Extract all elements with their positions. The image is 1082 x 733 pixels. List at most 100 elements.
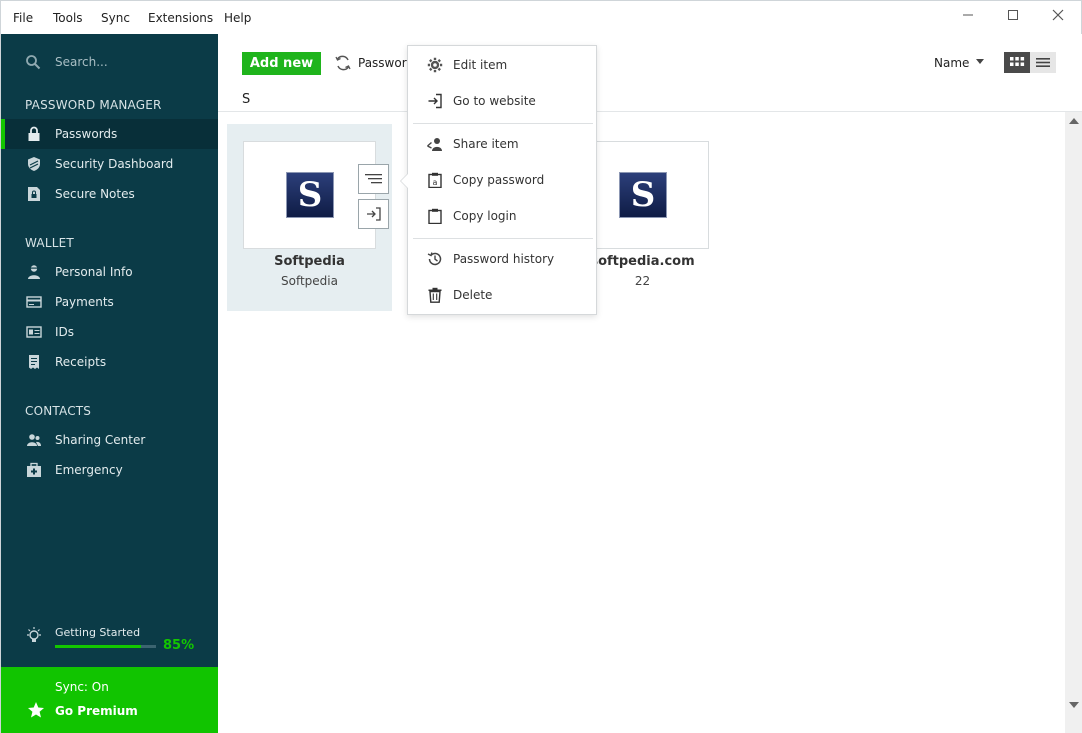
menu-item-edit-item[interactable]: Edit item — [408, 50, 596, 80]
clipboard-a-icon: a — [428, 172, 442, 188]
site-logo: S — [619, 172, 667, 218]
share-icon — [427, 138, 442, 151]
go-premium-button[interactable]: Go Premium — [55, 704, 138, 718]
menu-item-label: Delete — [453, 288, 493, 302]
refresh-icon — [335, 55, 351, 71]
menu-sync[interactable]: Sync — [101, 11, 130, 25]
menu-item-label: Copy password — [453, 173, 545, 187]
menu-item-label: Share item — [453, 137, 519, 151]
go-to-website-button[interactable] — [358, 199, 389, 229]
list-icon — [1036, 58, 1050, 67]
sidebar-item-label: Receipts — [55, 355, 107, 369]
progress-track — [55, 645, 156, 648]
menu-extensions[interactable]: Extensions — [148, 11, 213, 25]
main-content: Add new Password Name S S Softpedia Soft… — [218, 34, 1082, 733]
sidebar-item-label: Personal Info — [55, 265, 133, 279]
minimize-icon — [963, 14, 973, 16]
sidebar-item-security-dashboard[interactable]: Security Dashboard — [1, 149, 218, 179]
sidebar-item-label: IDs — [55, 325, 75, 339]
sidebar-item-label: Passwords — [55, 127, 118, 141]
progress-fill — [55, 645, 141, 648]
sidebar-item-emergency[interactable]: Emergency — [1, 455, 218, 485]
section-contacts: CONTACTS — [25, 404, 92, 418]
lightbulb-icon — [27, 627, 41, 642]
star-icon — [28, 702, 44, 718]
app-window: File Tools Sync Extensions Help Search..… — [0, 0, 1082, 733]
menu-separator — [413, 123, 593, 124]
section-password-manager: PASSWORD MANAGER — [25, 98, 162, 112]
sidebar-item-ids[interactable]: IDs — [1, 317, 218, 347]
vertical-scrollbar[interactable] — [1065, 112, 1082, 733]
sidebar-item-sharing-center[interactable]: Sharing Center — [1, 425, 218, 455]
sidebar-item-label: Payments — [55, 295, 114, 309]
sync-status[interactable]: Sync: On — [55, 680, 109, 694]
receipt-icon — [29, 355, 39, 369]
item-context-menu: Edit item Go to website Share item a Cop… — [400, 45, 597, 315]
menu-item-label: Copy login — [453, 209, 517, 223]
menu-bar: File Tools Sync Extensions Help — [1, 1, 1081, 34]
progress-percent: 85% — [163, 638, 195, 653]
search-icon — [26, 55, 41, 70]
close-icon — [1052, 9, 1064, 21]
section-wallet: WALLET — [25, 236, 74, 250]
sidebar-item-personal-info[interactable]: Personal Info — [1, 257, 218, 287]
trash-icon — [428, 287, 442, 303]
premium-panel[interactable]: Sync: On Go Premium — [1, 667, 218, 733]
menu-tools[interactable]: Tools — [53, 11, 83, 25]
list-view-button[interactable] — [1030, 52, 1056, 73]
grid-view-button[interactable] — [1004, 52, 1030, 73]
person-icon — [28, 265, 40, 279]
first-aid-icon — [27, 462, 41, 477]
people-icon — [27, 434, 41, 446]
sidebar-item-label: Emergency — [55, 463, 123, 477]
sidebar-item-payments[interactable]: Payments — [1, 287, 218, 317]
sidebar-item-passwords[interactable]: Passwords — [1, 119, 218, 149]
menu-separator — [413, 238, 593, 239]
menu-item-copy-password[interactable]: a Copy password — [408, 165, 596, 195]
search-input[interactable]: Search... — [55, 55, 108, 69]
menu-pointer — [400, 173, 408, 189]
search-box[interactable]: Search... — [1, 34, 218, 90]
item-menu-button[interactable] — [358, 164, 389, 194]
sidebar-item-receipts[interactable]: Receipts — [1, 347, 218, 377]
maximize-icon — [1008, 10, 1018, 20]
go-to-icon — [428, 93, 442, 109]
maximize-button[interactable] — [998, 7, 1028, 27]
getting-started-progress[interactable]: Getting Started 85% — [1, 620, 218, 666]
divider — [218, 111, 1082, 112]
sidebar: Search... PASSWORD MANAGER Passwords Sec… — [1, 34, 218, 733]
tile-login: Softpedia — [281, 274, 338, 288]
clipboard-icon — [428, 208, 442, 224]
scroll-down-icon[interactable] — [1069, 702, 1079, 708]
sidebar-item-secure-notes[interactable]: Secure Notes — [1, 179, 218, 209]
password-tile[interactable]: S Softpedia Softpedia — [227, 124, 392, 311]
menu-item-password-history[interactable]: Password history — [408, 244, 596, 274]
menu-item-share-item[interactable]: Share item — [408, 129, 596, 159]
shield-icon — [28, 157, 40, 171]
sidebar-item-label: Security Dashboard — [55, 157, 174, 171]
history-icon — [427, 252, 442, 266]
site-logo: S — [286, 172, 334, 218]
menu-item-copy-login[interactable]: Copy login — [408, 201, 596, 231]
note-lock-icon — [28, 187, 40, 201]
svg-text:a: a — [433, 178, 438, 187]
card-icon — [26, 296, 42, 308]
scroll-up-icon[interactable] — [1069, 118, 1079, 124]
minimize-button[interactable] — [953, 7, 983, 27]
menu-lines-icon — [365, 174, 382, 184]
menu-item-go-to-website[interactable]: Go to website — [408, 86, 596, 116]
menu-help[interactable]: Help — [224, 11, 251, 25]
menu-item-label: Go to website — [453, 94, 536, 108]
sidebar-item-label: Sharing Center — [55, 433, 146, 447]
menu-item-label: Edit item — [453, 58, 508, 72]
close-button[interactable] — [1043, 7, 1073, 27]
go-to-icon — [367, 207, 381, 221]
sort-dropdown[interactable]: Name — [934, 56, 969, 70]
id-card-icon — [26, 326, 42, 338]
menu-item-delete[interactable]: Delete — [408, 280, 596, 310]
add-new-button[interactable]: Add new — [242, 52, 321, 75]
tile-title: Softpedia — [274, 254, 345, 269]
chevron-down-icon[interactable] — [976, 59, 984, 64]
tile-logo-box: S — [243, 141, 376, 249]
menu-file[interactable]: File — [13, 11, 33, 25]
